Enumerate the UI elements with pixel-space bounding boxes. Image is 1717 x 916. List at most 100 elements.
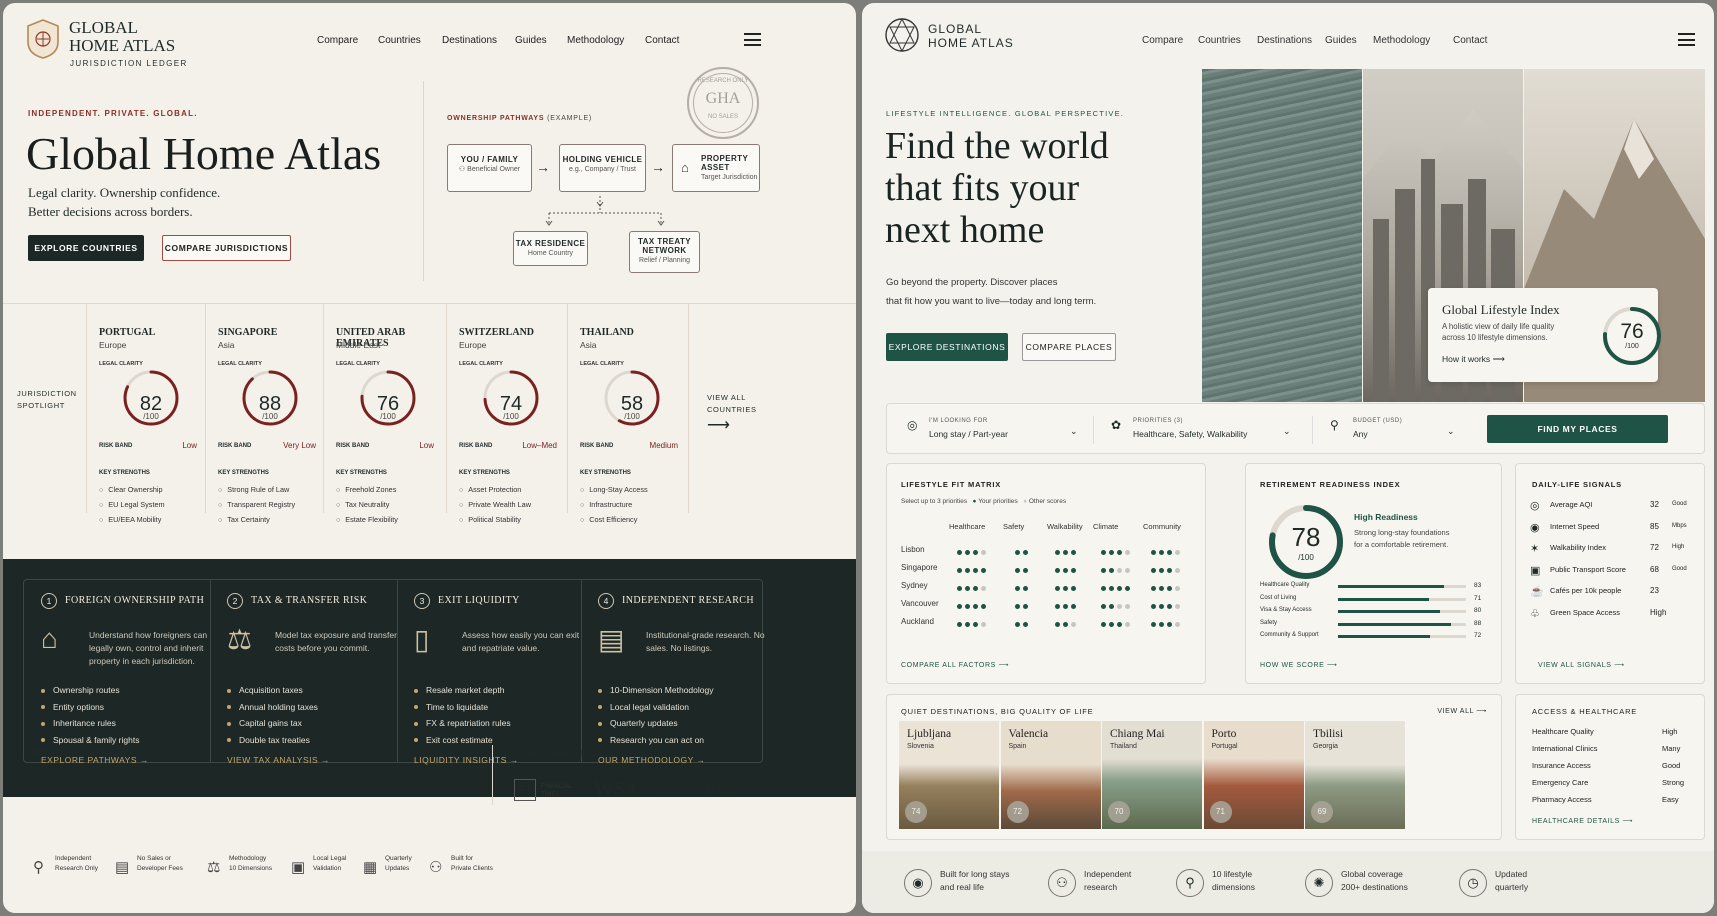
rating-dots: [957, 565, 989, 576]
arrow-right-icon: →: [651, 159, 665, 175]
chevron-down-icon[interactable]: ⌄: [1070, 426, 1078, 437]
matrix-column-header[interactable]: Healthcare: [949, 522, 985, 531]
matrix-column-header[interactable]: Climate: [1093, 522, 1118, 531]
rating-dots: [1015, 583, 1031, 594]
hero-title: Global Home Atlas: [26, 128, 382, 179]
compare-places-button[interactable]: COMPARE PLACES: [1022, 333, 1116, 361]
how-it-works-link[interactable]: How it works ⟶: [1442, 354, 1505, 365]
nav-countries[interactable]: Countries: [378, 35, 421, 46]
signal-icon: ☕: [1530, 586, 1544, 598]
strengths-list: Freehold Zones Tax Neutrality Estate Flexi…: [336, 485, 398, 530]
chevron-down-icon[interactable]: ⌄: [1283, 426, 1291, 437]
pillar-item: Double tax treaties: [227, 735, 318, 745]
destination-card[interactable]: Chiang Mai Thailand 70: [1102, 721, 1202, 829]
rating-dot: [1167, 604, 1172, 609]
rating-dots: [957, 601, 989, 612]
risk-band-label: RISK BAND: [218, 443, 252, 449]
rating-dot: [1167, 586, 1172, 591]
rating-dot: [1175, 622, 1180, 627]
nav-destinations[interactable]: Destinations: [1257, 35, 1312, 46]
flow-box-you-family: YOU / FAMILY ⚇ Beneficial Owner: [447, 144, 532, 192]
rating-dot: [1167, 568, 1172, 573]
rating-dot: [1055, 604, 1060, 609]
signal-unit: Good: [1672, 565, 1687, 572]
explore-countries-button[interactable]: EXPLORE COUNTRIES: [28, 235, 144, 261]
view-all-countries-link[interactable]: VIEW ALL COUNTRIES ⟶: [707, 392, 757, 434]
rating-dot: [1023, 622, 1028, 627]
country-card[interactable]: SINGAPORE Asia LEGAL CLARITY 88/100 RISK BAN…: [205, 303, 329, 531]
nav-guides[interactable]: Guides: [1325, 35, 1357, 46]
country-card[interactable]: SWITZERLAND Europe LEGAL CLARITY 74/100 RISK…: [446, 303, 570, 531]
rating-dot: [1125, 550, 1130, 555]
rating-dot: [1151, 568, 1156, 573]
rating-dot: [1023, 568, 1028, 573]
menu-icon[interactable]: [1678, 33, 1695, 46]
rating-dot: [1117, 622, 1122, 627]
destination-country: Georgia: [1313, 743, 1338, 750]
healthcare-details-link[interactable]: HEALTHCARE DETAILS ⟶: [1532, 817, 1633, 825]
destination-card[interactable]: Tbilisi Georgia 69: [1305, 721, 1405, 829]
nav-destinations[interactable]: Destinations: [442, 35, 497, 46]
menu-icon[interactable]: [744, 33, 761, 46]
country-card[interactable]: THAILAND Asia LEGAL CLARITY 58/100 RISK BAND…: [567, 303, 691, 531]
nav-contact[interactable]: Contact: [1453, 35, 1487, 46]
nav-methodology[interactable]: Methodology: [1373, 35, 1430, 46]
rating-dots: [1055, 547, 1079, 558]
looking-for-select[interactable]: Long stay / Part-year: [929, 429, 1008, 439]
research-only-seal: RESEARCH ONLY GHA NO SALES: [687, 67, 759, 139]
rating-dots: [1101, 583, 1133, 594]
rating-dot: [1175, 604, 1180, 609]
rating-dot: [1101, 568, 1106, 573]
priorities-select[interactable]: Healthcare, Safety, Walkability: [1133, 429, 1247, 439]
destination-card[interactable]: Porto Portugal 71: [1203, 721, 1304, 829]
how-we-score-link[interactable]: HOW WE SCORE ⟶: [1260, 661, 1338, 669]
nav-guides[interactable]: Guides: [515, 35, 547, 46]
budget-select[interactable]: Any: [1353, 429, 1368, 439]
matrix-column-header[interactable]: Safety: [1003, 522, 1024, 531]
nav-countries[interactable]: Countries: [1198, 35, 1241, 46]
document-search-icon: ▤: [598, 624, 625, 655]
rating-dot: [1159, 604, 1164, 609]
flow-box-property-asset: ⌂ PROPERTY ASSET Target Jurisdiction: [672, 144, 760, 192]
view-all-signals-link[interactable]: VIEW ALL SIGNALS ⟶: [1538, 661, 1625, 669]
nav-compare[interactable]: Compare: [1142, 35, 1183, 46]
retirement-bar-value: 80: [1474, 607, 1482, 614]
nav-contact[interactable]: Contact: [645, 35, 679, 46]
destination-country: Thailand: [1110, 743, 1137, 750]
gli-of: /100: [1625, 343, 1639, 350]
rating-dot: [981, 586, 986, 591]
hero-eyebrow: LIFESTYLE INTELLIGENCE. GLOBAL PERSPECTI…: [886, 109, 1125, 118]
trust-item: Methodology 10 Dimensions: [229, 855, 272, 872]
nav-compare[interactable]: Compare: [317, 35, 358, 46]
brand-name[interactable]: GLOBAL HOME ATLAS: [928, 22, 1014, 50]
matrix-column-header[interactable]: Community: [1143, 522, 1181, 531]
country-card[interactable]: UNITED ARAB EMIRATES Middle East LEGAL CLA…: [323, 303, 447, 531]
rating-dot: [1117, 568, 1122, 573]
rating-dots: [957, 583, 989, 594]
legal-clarity-label: LEGAL CLARITY: [336, 361, 380, 367]
view-all-destinations-link[interactable]: VIEW ALL ⟶: [1437, 707, 1487, 715]
destination-card[interactable]: Valencia Spain 72: [1000, 721, 1101, 829]
risk-band-value: Medium: [649, 441, 678, 450]
strength-item: Private Wealth Law: [459, 500, 531, 509]
access-value: Good: [1662, 761, 1681, 770]
rating-dot: [965, 568, 970, 573]
country-card[interactable]: PORTUGAL Europe LEGAL CLARITY 82/100 RISK BA…: [86, 303, 210, 531]
pillar-link[interactable]: VIEW TAX ANALYSIS →: [227, 755, 330, 765]
destination-card[interactable]: Ljubljana Slovenia 74: [899, 721, 999, 829]
matrix-column-header[interactable]: Walkability: [1047, 522, 1083, 531]
brand-name[interactable]: GLOBAL HOME ATLAS: [69, 19, 175, 55]
chevron-down-icon[interactable]: ⌄: [1447, 426, 1455, 437]
find-my-places-button[interactable]: FIND MY PLACES: [1487, 415, 1668, 443]
nav-methodology[interactable]: Methodology: [567, 35, 624, 46]
legal-clarity-label: LEGAL CLARITY: [99, 361, 143, 367]
risk-band-label: RISK BAND: [99, 443, 133, 449]
pillar-link[interactable]: LIQUIDITY INSIGHTS →: [414, 755, 519, 765]
explore-destinations-button[interactable]: EXPLORE DESTINATIONS: [886, 333, 1008, 361]
retirement-readiness-panel: RETIREMENT READINESS INDEX 78 /100 High …: [1245, 463, 1502, 684]
signal-label: Average AQI: [1550, 500, 1593, 509]
compare-all-factors-link[interactable]: COMPARE ALL FACTORS ⟶: [901, 661, 1009, 669]
pillar-link[interactable]: OUR METHODOLOGY →: [598, 755, 706, 765]
compare-jurisdictions-button[interactable]: COMPARE JURISDICTIONS: [162, 235, 291, 261]
strength-item: Tax Neutrality: [336, 500, 398, 509]
